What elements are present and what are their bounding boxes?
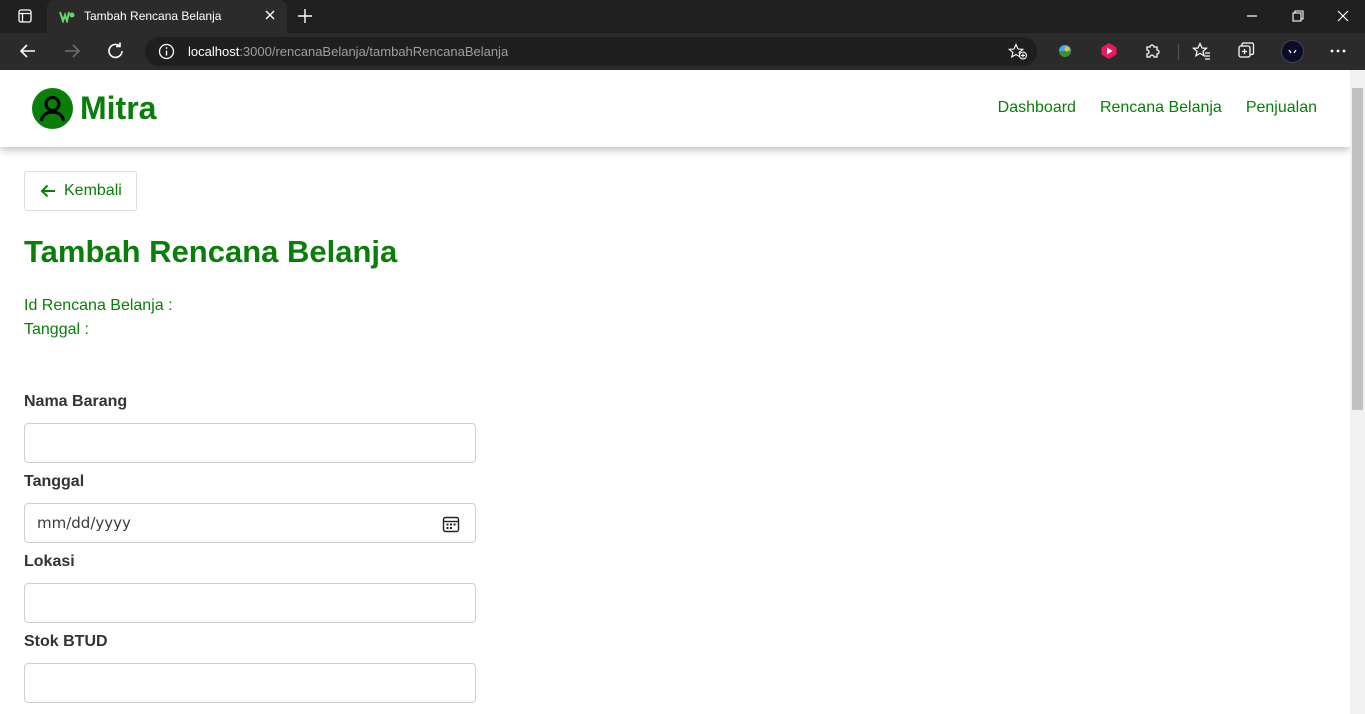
back-arrow-icon[interactable] [17, 41, 39, 61]
stok-btud-input[interactable] [25, 664, 475, 702]
active-tab[interactable]: Tambah Rencana Belanja [47, 0, 287, 33]
profile-face-icon [1288, 49, 1297, 54]
add-favorite-icon[interactable] [1008, 43, 1028, 60]
page-viewport: Mitra Dashboard Rencana Belanja Penjuala… [0, 70, 1350, 714]
more-menu-icon[interactable] [1328, 41, 1348, 61]
favorites-icon[interactable] [1192, 41, 1212, 61]
refresh-icon[interactable] [105, 41, 127, 61]
arrow-left-icon [40, 184, 55, 198]
tanggal-meta-label: Tanggal : [24, 321, 89, 338]
restore-icon[interactable] [1288, 8, 1306, 24]
tanggal-placeholder: mm/dd/yyyy [37, 514, 131, 532]
tab-actions-icon[interactable] [14, 6, 36, 26]
scrollbar-thumb[interactable] [1352, 88, 1363, 410]
calendar-icon[interactable] [442, 515, 460, 533]
app-navbar: Mitra Dashboard Rencana Belanja Penjuala… [0, 70, 1350, 147]
nama-barang-field[interactable] [24, 423, 476, 463]
collections-icon[interactable] [1236, 41, 1256, 61]
nama-barang-label: Nama Barang [24, 393, 128, 410]
profile-avatar[interactable] [1281, 40, 1304, 63]
extensions-puzzle-icon[interactable] [1143, 41, 1163, 61]
tab-close-icon[interactable] [263, 8, 277, 22]
id-rencana-label: Id Rencana Belanja : [24, 297, 173, 314]
lokasi-label: Lokasi [24, 553, 75, 570]
browser-toolbar: localhost:3000/rencanaBelanja/tambahRenc… [0, 33, 1365, 70]
tab-title: Tambah Rencana Belanja [84, 9, 222, 23]
stok-btud-field[interactable] [24, 663, 476, 703]
lokasi-field[interactable] [24, 583, 476, 623]
toolbar-separator [1178, 44, 1179, 60]
minimize-icon[interactable] [1243, 8, 1261, 24]
extension-play-icon[interactable] [1099, 41, 1119, 61]
brand-name: Mitra [80, 90, 157, 126]
brand[interactable]: Mitra [32, 88, 156, 129]
url-text: localhost:3000/rencanaBelanja/tambahRenc… [188, 44, 508, 59]
page-title: Tambah Rencana Belanja [24, 234, 398, 269]
nav-link-dashboard[interactable]: Dashboard [998, 99, 1076, 117]
nav-link-rencana-belanja[interactable]: Rencana Belanja [1100, 99, 1222, 117]
nav-link-penjualan[interactable]: Penjualan [1246, 99, 1317, 117]
stok-btud-label: Stok BTUD [24, 633, 108, 650]
forward-arrow-icon[interactable] [61, 41, 83, 61]
url-path: :3000/rencanaBelanja/tambahRencanaBelanj… [239, 44, 509, 59]
new-tab-icon[interactable] [296, 7, 314, 25]
lokasi-input[interactable] [25, 584, 475, 622]
site-info-icon[interactable] [158, 43, 175, 60]
user-logo-icon [32, 88, 73, 129]
back-button[interactable]: Kembali [24, 171, 137, 211]
tanggal-field[interactable]: mm/dd/yyyy [24, 503, 476, 543]
extension-globe-icon[interactable] [1055, 41, 1075, 61]
nama-barang-input[interactable] [25, 424, 475, 462]
back-button-label: Kembali [64, 182, 122, 199]
nav-links: Dashboard Rencana Belanja Penjualan [974, 99, 1317, 117]
browser-tab-bar: Tambah Rencana Belanja [0, 0, 1365, 33]
close-window-icon[interactable] [1334, 8, 1352, 24]
page-scrollbar[interactable] [1350, 70, 1365, 714]
tanggal-label: Tanggal [24, 473, 85, 490]
url-host: localhost [188, 44, 240, 59]
address-bar[interactable]: localhost:3000/rencanaBelanja/tambahRenc… [145, 37, 1037, 66]
tab-favicon-icon [59, 11, 75, 23]
